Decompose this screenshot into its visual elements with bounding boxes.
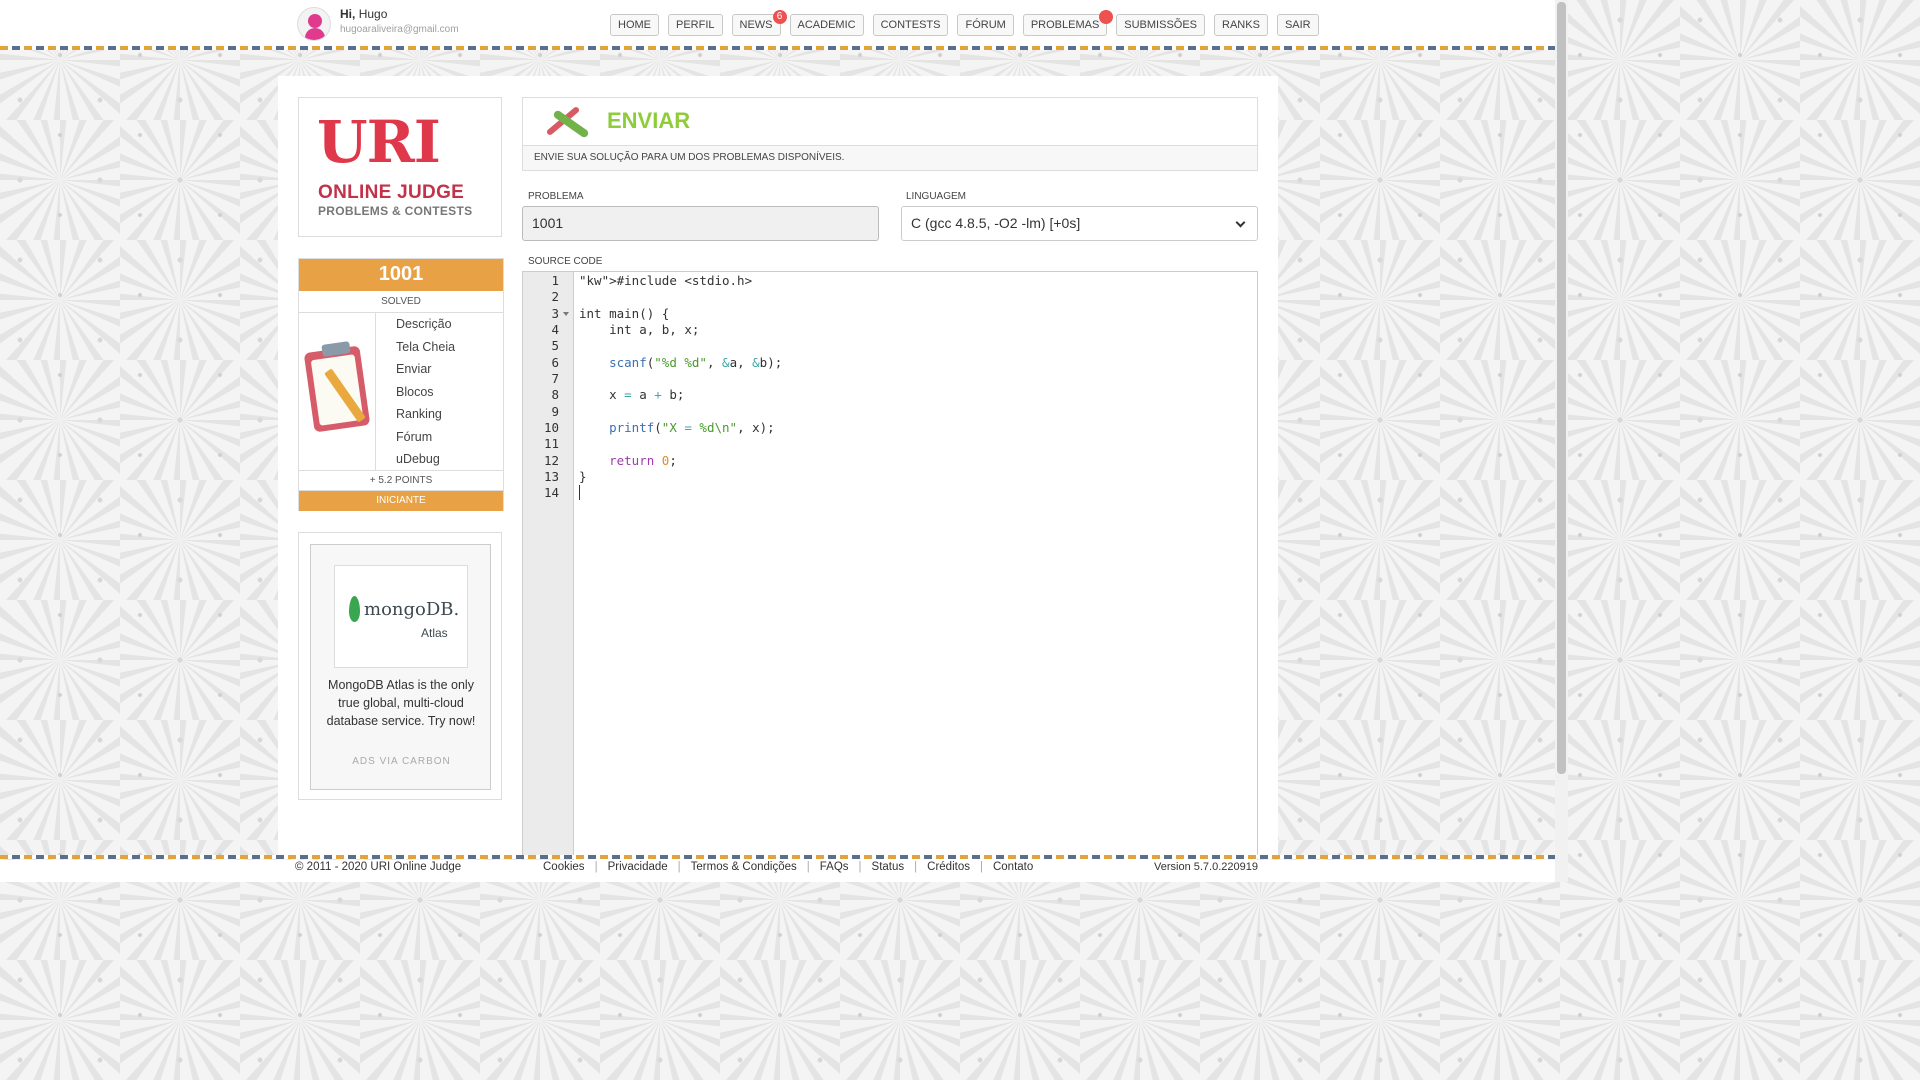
ad-box: mongoDB. Atlas MongoDB Atlas is the only… xyxy=(298,532,502,800)
problem-menu: Descrição Tela Cheia Enviar Blocos Ranki… xyxy=(396,317,455,475)
fold-arrow-icon[interactable] xyxy=(563,312,569,316)
tools-icon xyxy=(537,100,597,144)
text-cursor xyxy=(579,485,580,500)
line-number: 14 xyxy=(543,485,559,500)
footer-link-contato[interactable]: Contato xyxy=(993,861,1033,873)
line-number: 13 xyxy=(543,469,559,484)
page-title: ENVIAR xyxy=(607,108,691,133)
line-number: 2 xyxy=(551,289,559,304)
footer: © 2011 - 2020 URI Online Judge Cookies | … xyxy=(0,860,1555,882)
code-line: int main() { xyxy=(579,306,670,321)
line-number: 7 xyxy=(551,371,559,386)
language-select[interactable]: C (gcc 4.8.5, -O2 -lm) [+0s] xyxy=(901,206,1258,241)
top-header: Hi, Hugo hugoaraliveira@gmail.com HOME P… xyxy=(0,0,1555,48)
nav-perfil-button[interactable]: PERFIL xyxy=(668,14,723,36)
menu-tela-cheia[interactable]: Tela Cheia xyxy=(396,340,455,363)
code-editor[interactable]: 1 2 3 4 5 6 7 8 9 10 11 12 13 14 "kw">#i… xyxy=(522,271,1258,871)
code-line: "kw">#include <stdio.h> xyxy=(579,273,753,288)
footer-stripe xyxy=(0,855,1555,859)
line-number: 10 xyxy=(543,420,559,435)
footer-link-creditos[interactable]: Créditos xyxy=(927,861,970,873)
menu-udebug[interactable]: uDebug xyxy=(396,452,455,475)
nav-problemas-button[interactable]: PROBLEMAS xyxy=(1022,10,1114,36)
page-scrollbar[interactable] xyxy=(1555,0,1568,882)
ad-text[interactable]: MongoDB Atlas is the only true global, m… xyxy=(323,676,479,730)
line-number: 12 xyxy=(543,453,559,468)
code-line: scanf("%d %d", &a, &b); xyxy=(609,355,783,370)
line-number: 6 xyxy=(551,355,559,370)
footer-links: Cookies | Privacidade | Termos & Condições… xyxy=(543,861,1034,873)
logo-problems-contests-text: PROBLEMS & CONTESTS xyxy=(318,204,473,218)
ads-via-carbon[interactable]: ADS VIA CARBON xyxy=(311,756,492,767)
problem-label: PROBLEMA xyxy=(528,191,584,202)
news-count-badge: 6 xyxy=(772,10,787,24)
footer-link-faqs[interactable]: FAQs xyxy=(820,861,849,873)
code-line: int a, b, x; xyxy=(579,322,700,337)
source-code-label: SOURCE CODE xyxy=(528,256,603,267)
user-name: Hugo xyxy=(358,7,388,21)
line-number: 9 xyxy=(551,404,559,419)
version-text: Version 5.7.0.220919 xyxy=(1154,861,1258,873)
page-header: ENVIAR ENVIE SUA SOLUÇÃO PARA UM DOS PRO… xyxy=(522,97,1258,171)
code-line: return 0; xyxy=(609,453,677,468)
menu-descricao[interactable]: Descrição xyxy=(396,317,455,340)
chevron-down-icon xyxy=(1235,217,1246,228)
line-number: 1 xyxy=(551,273,559,288)
footer-link-status[interactable]: Status xyxy=(872,861,905,873)
mongodb-leaf-icon xyxy=(349,596,360,622)
menu-forum[interactable]: Fórum xyxy=(396,430,455,453)
line-number: 5 xyxy=(551,338,559,353)
logo-online-judge-text: ONLINE JUDGE xyxy=(318,182,465,203)
code-line: x = a + b; xyxy=(579,387,685,402)
nav-forum-button[interactable]: FÓRUM xyxy=(957,14,1014,36)
problem-number: 1001 xyxy=(299,259,503,291)
line-number: 4 xyxy=(551,322,559,337)
logo-uri-text: URI xyxy=(317,108,441,176)
line-number: 11 xyxy=(543,436,559,451)
code-line: printf("X = %d\n", x); xyxy=(609,420,775,435)
mongodb-ad-image[interactable]: mongoDB. Atlas xyxy=(334,565,468,668)
code-line: } xyxy=(579,469,587,484)
scrollbar-thumb[interactable] xyxy=(1557,2,1566,774)
footer-link-privacidade[interactable]: Privacidade xyxy=(608,861,668,873)
user-info: Hi, Hugo hugoaraliveira@gmail.com xyxy=(297,7,459,41)
nav-submissoes-button[interactable]: SUBMISSÕES xyxy=(1116,14,1206,36)
problem-status: SOLVED xyxy=(299,291,503,313)
footer-link-termos[interactable]: Termos & Condições xyxy=(691,861,797,873)
nav-news-button[interactable]: NEWS 6 xyxy=(731,10,787,36)
language-selected-value: C (gcc 4.8.5, -O2 -lm) [+0s] xyxy=(911,215,1081,231)
copyright: © 2011 - 2020 URI Online Judge xyxy=(295,861,462,873)
nav-ranks-button[interactable]: RANKS xyxy=(1214,14,1268,36)
problem-level: INICIANTE xyxy=(299,491,503,511)
nav-contests-button[interactable]: CONTESTS xyxy=(872,14,949,36)
menu-blocos[interactable]: Blocos xyxy=(396,385,455,408)
nav-sair-button[interactable]: SAIR xyxy=(1276,14,1319,36)
uri-logo[interactable]: URI ONLINE JUDGE PROBLEMS & CONTESTS xyxy=(298,97,502,237)
line-number-gutter: 1 2 3 4 5 6 7 8 9 10 11 12 13 14 xyxy=(523,272,574,870)
main-nav: HOME PERFIL NEWS 6 ACADEMIC CONTESTS FÓRU… xyxy=(610,10,1328,36)
clipboard-icon xyxy=(299,313,376,470)
menu-ranking[interactable]: Ranking xyxy=(396,407,455,430)
problemas-notification-badge xyxy=(1099,10,1114,24)
ad-brand: mongoDB. xyxy=(364,599,460,620)
line-number: 8 xyxy=(551,387,559,402)
nav-home-button[interactable]: HOME xyxy=(610,14,659,36)
line-number: 3 xyxy=(551,306,559,321)
avatar[interactable] xyxy=(297,7,331,41)
language-label: LINGUAGEM xyxy=(906,191,967,202)
problem-card: 1001 SOLVED Descrição Tela Cheia Enviar … xyxy=(298,258,504,511)
user-email: hugoaraliveira@gmail.com xyxy=(340,24,459,35)
footer-link-cookies[interactable]: Cookies xyxy=(543,861,585,873)
main-panel: URI ONLINE JUDGE PROBLEMS & CONTESTS 100… xyxy=(278,76,1278,871)
page-subtitle: ENVIE SUA SOLUÇÃO PARA UM DOS PROBLEMAS … xyxy=(523,145,1257,170)
header-stripe xyxy=(0,46,1555,50)
problem-input[interactable]: 1001 xyxy=(522,206,879,241)
ad-product: Atlas xyxy=(421,626,448,640)
menu-enviar[interactable]: Enviar xyxy=(396,362,455,385)
greeting: Hi, xyxy=(340,7,356,21)
nav-academic-button[interactable]: ACADEMIC xyxy=(789,14,864,36)
